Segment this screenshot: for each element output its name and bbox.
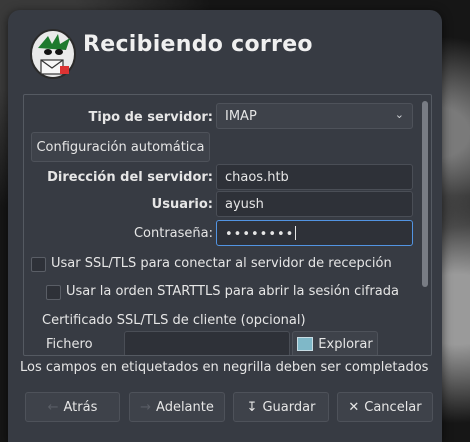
back-label: Atrás bbox=[63, 399, 98, 415]
file-label: Fichero bbox=[46, 337, 93, 352]
user-field[interactable]: ayush bbox=[216, 191, 413, 217]
panel-scrollbar[interactable] bbox=[422, 99, 428, 351]
ssl-checkbox[interactable] bbox=[31, 257, 46, 272]
server-type-label: Tipo de servidor: bbox=[88, 110, 213, 125]
save-button[interactable]: ↧ Guardar bbox=[233, 392, 329, 422]
cert-file-field[interactable] bbox=[124, 331, 290, 355]
arrow-left-icon: ← bbox=[47, 399, 59, 415]
folder-icon bbox=[297, 337, 314, 351]
starttls-label: Usar la orden STARTTLS para abrir la ses… bbox=[66, 284, 399, 299]
user-label: Usuario: bbox=[151, 197, 213, 212]
password-value: •••••••• bbox=[225, 227, 295, 242]
server-type-value: IMAP bbox=[225, 109, 257, 124]
ssl-label: Usar SSL/TLS para conectar al servidor d… bbox=[51, 256, 392, 271]
client-cert-label: Certificado SSL/TLS de cliente (opcional… bbox=[42, 313, 306, 328]
server-type-select[interactable]: IMAP ⌄ bbox=[216, 103, 413, 129]
autoconfig-button[interactable]: Configuración automática bbox=[31, 132, 210, 162]
forward-label: Adelante bbox=[156, 399, 214, 415]
chevron-down-icon: ⌄ bbox=[394, 108, 404, 121]
save-icon: ↧ bbox=[246, 399, 258, 415]
save-label: Guardar bbox=[262, 399, 316, 415]
cancel-button[interactable]: ✕ Cancelar bbox=[337, 392, 433, 422]
browse-label: Explorar bbox=[318, 336, 373, 352]
close-icon: ✕ bbox=[348, 399, 360, 415]
server-address-field[interactable]: chaos.htb bbox=[216, 164, 413, 190]
required-fields-note: Los campos en etiquetados en negrilla de… bbox=[20, 360, 429, 375]
browse-button[interactable]: Explorar bbox=[292, 331, 378, 355]
arrow-right-icon: → bbox=[140, 399, 152, 415]
server-address-label: Dirección del servidor: bbox=[47, 170, 213, 185]
scrollbar-thumb[interactable] bbox=[422, 101, 428, 287]
starttls-checkbox[interactable] bbox=[46, 285, 61, 300]
back-button[interactable]: ← Atrás bbox=[25, 392, 120, 422]
text-caret bbox=[295, 226, 297, 240]
account-settings-panel: Tipo de servidor: IMAP ⌄ Configuración a… bbox=[23, 94, 432, 356]
forward-button[interactable]: → Adelante bbox=[129, 392, 225, 422]
cancel-label: Cancelar bbox=[364, 399, 422, 415]
dialog-title: Recibiendo correo bbox=[83, 32, 313, 57]
mail-wizard-dialog: Recibiendo correo Tipo de servidor: IMAP… bbox=[8, 10, 442, 442]
app-logo-icon bbox=[30, 29, 76, 79]
password-label: Contraseña: bbox=[133, 226, 213, 241]
password-field[interactable]: •••••••• bbox=[216, 220, 413, 246]
